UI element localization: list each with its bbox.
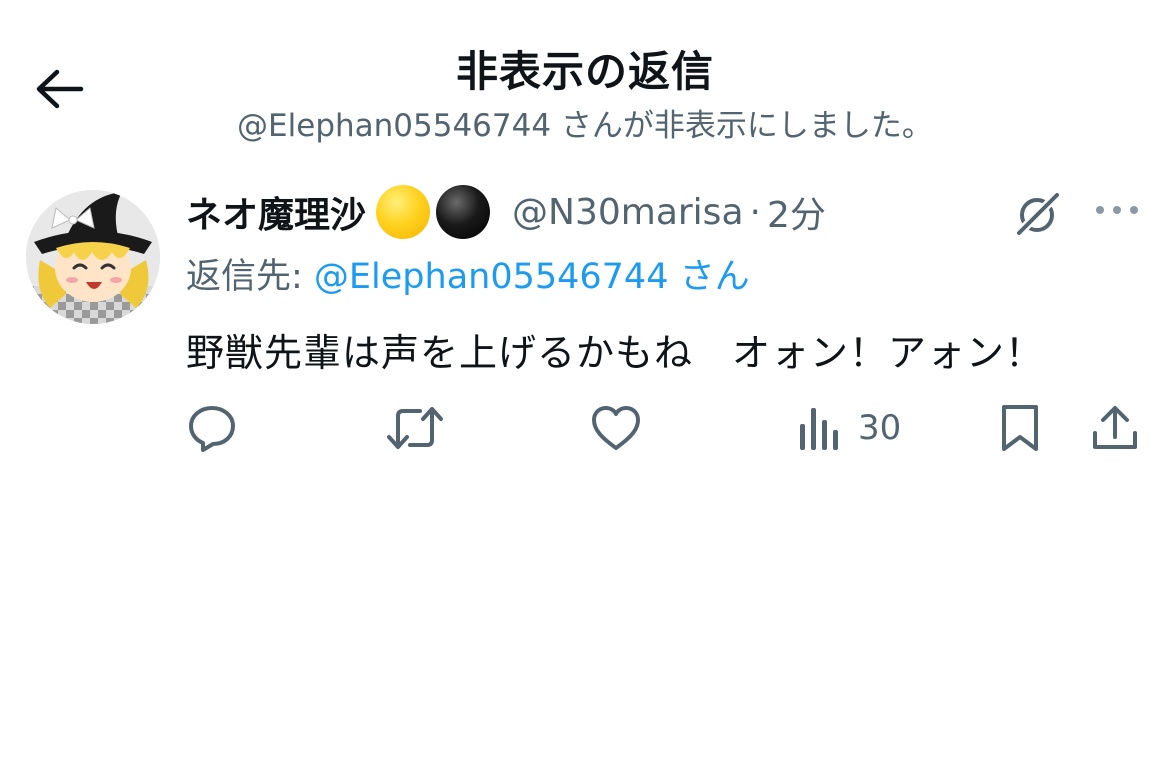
- retweet-icon: [387, 407, 443, 449]
- views-count: 30: [858, 408, 902, 448]
- share-button[interactable]: [1090, 400, 1140, 456]
- retweet-button[interactable]: [386, 400, 444, 456]
- bookmark-icon: [1002, 405, 1038, 451]
- action-bar: 30: [0, 400, 1170, 460]
- yellow-circle-emoji-icon: [376, 185, 431, 239]
- grok-icon: [1013, 189, 1063, 239]
- bookmark-button[interactable]: [998, 400, 1042, 456]
- views-button[interactable]: 30: [798, 400, 901, 456]
- page-subtitle: @Elephan05546744 さんが非表示にしました。: [237, 108, 933, 144]
- reply-target-link[interactable]: @Elephan05546744 さん: [314, 257, 750, 297]
- header: 非表示の返信 @Elephan05546744 さんが非表示にしました。: [0, 0, 1170, 160]
- tweet-text: 野獣先輩は声を上げるかもね オォン！アォン！: [186, 331, 1045, 375]
- tweet-header: ネオ魔理沙 @N30marisa · 2分: [186, 184, 826, 240]
- reply-prefix: 返信先:: [186, 257, 314, 297]
- reply-button[interactable]: [186, 400, 238, 456]
- more-button[interactable]: [1090, 190, 1144, 230]
- views-icon: [800, 408, 838, 450]
- grok-button[interactable]: [1012, 188, 1064, 240]
- display-name[interactable]: ネオ魔理沙: [186, 186, 366, 238]
- like-button[interactable]: [590, 400, 642, 456]
- reply-icon: [189, 406, 235, 452]
- more-icon: [1096, 206, 1138, 214]
- page-title: 非表示の返信: [455, 47, 714, 96]
- share-icon: [1093, 406, 1137, 449]
- black-circle-emoji-icon: [436, 185, 491, 239]
- timestamp[interactable]: 2分: [767, 186, 826, 238]
- tweet[interactable]: ネオ魔理沙 @N30marisa · 2分 返信先: @Elephan05546…: [0, 170, 1170, 470]
- user-handle[interactable]: @N30marisa: [512, 192, 744, 233]
- like-icon: [592, 406, 640, 450]
- avatar[interactable]: [26, 190, 160, 324]
- separator-dot: ·: [749, 191, 761, 233]
- avatar-image: [26, 190, 160, 324]
- reply-context: 返信先: @Elephan05546744 さん: [186, 248, 750, 299]
